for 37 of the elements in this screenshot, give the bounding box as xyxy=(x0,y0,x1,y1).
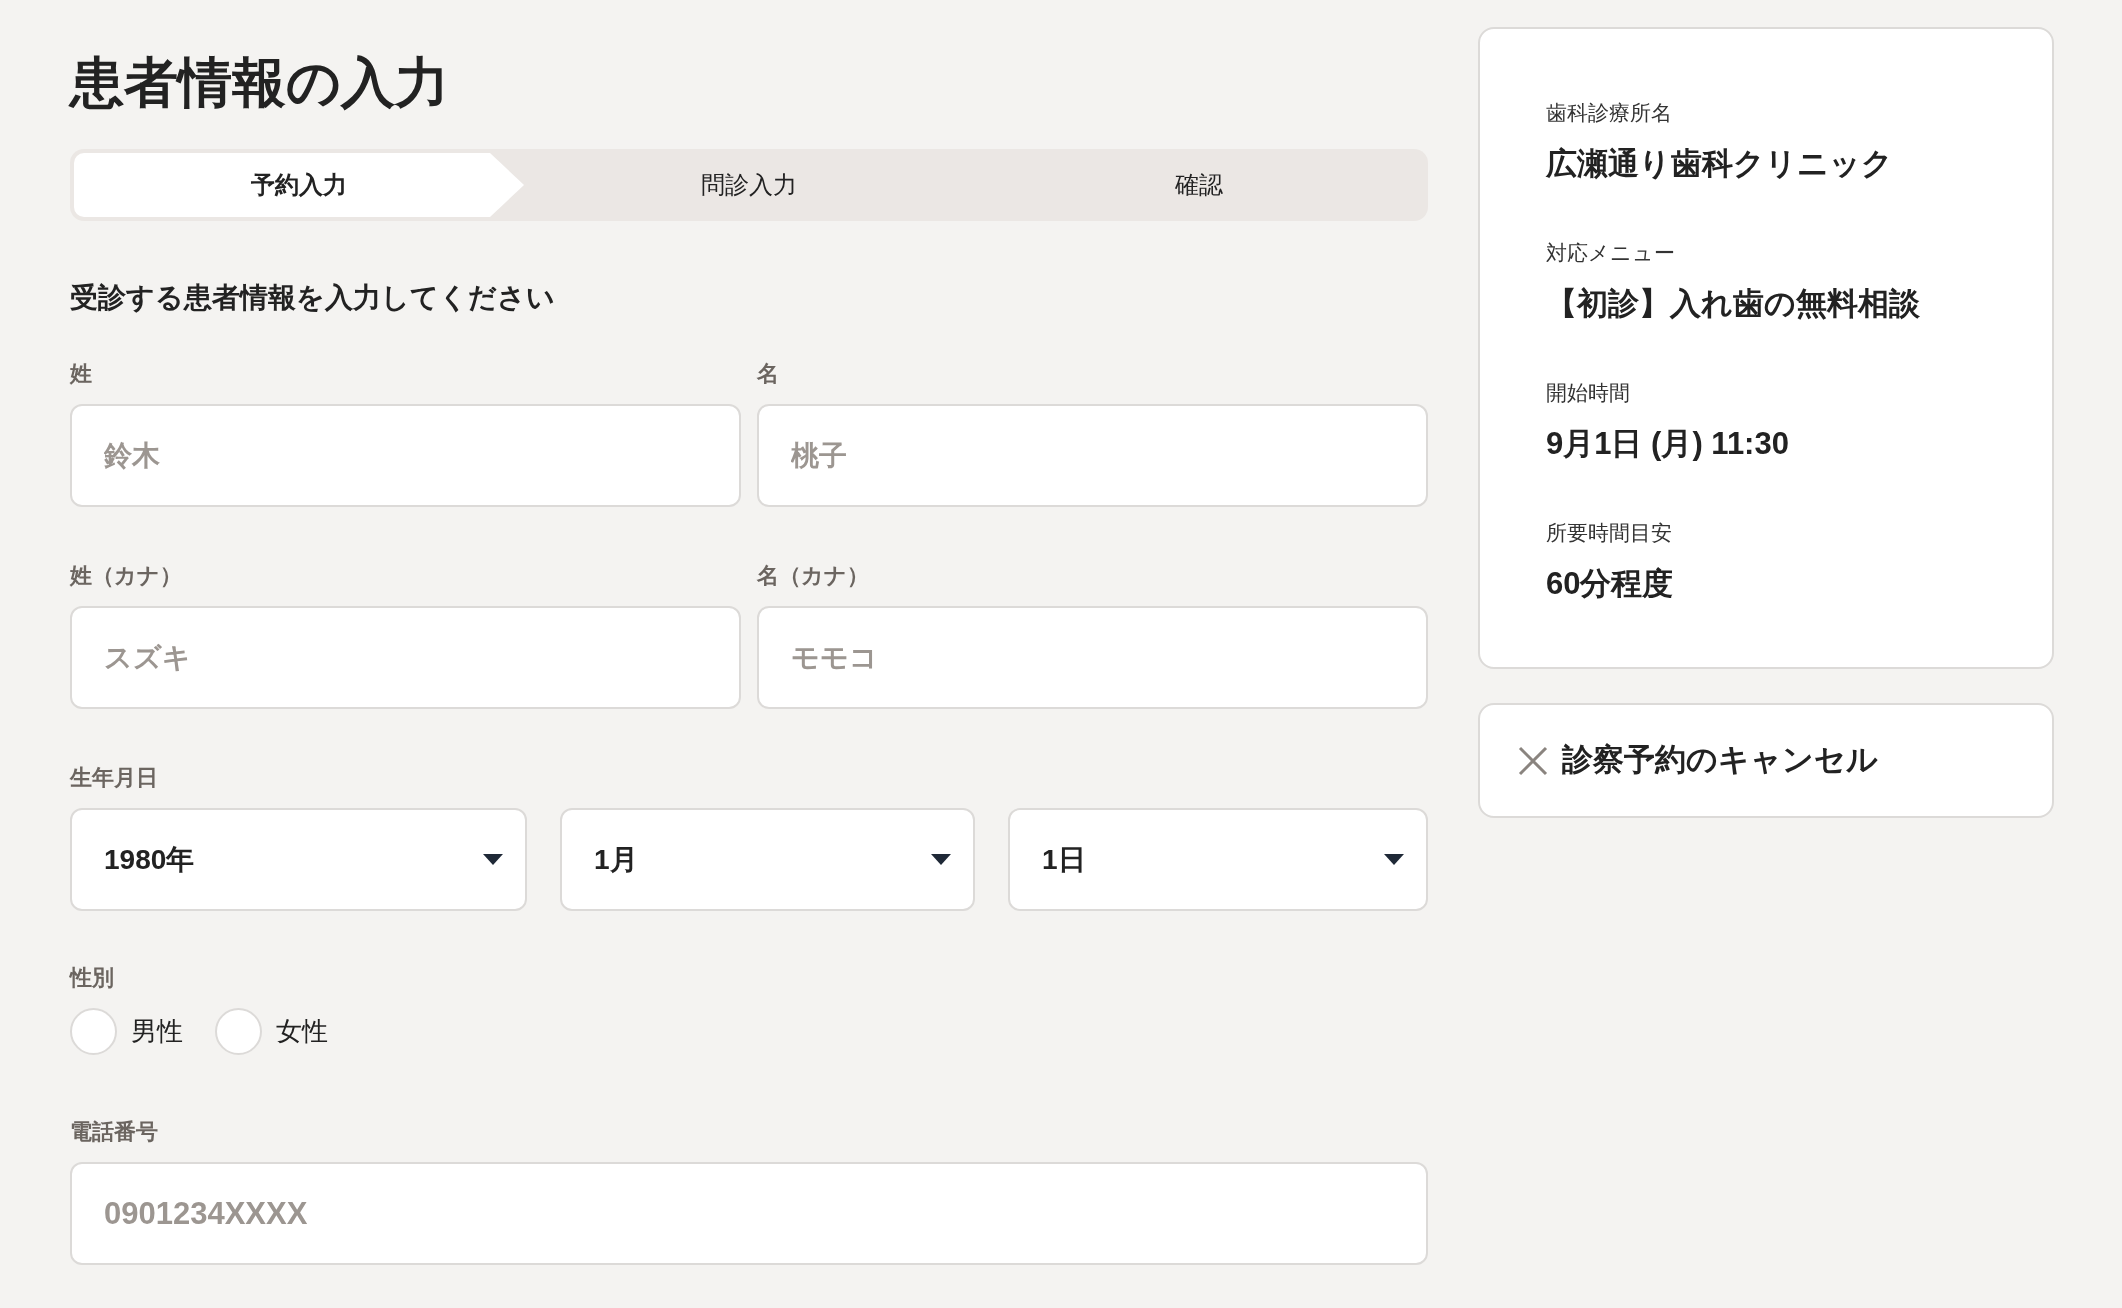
section-heading: 受診する患者情報を入力してください xyxy=(70,281,556,315)
select-field[interactable]: 1月 xyxy=(560,808,975,911)
summary-label: 対応メニュー xyxy=(1546,240,1676,266)
field-label: 生年月日 xyxy=(70,764,159,792)
radio-label: 女性 xyxy=(276,1015,328,1048)
summary-label: 所要時間目安 xyxy=(1546,520,1673,546)
summary-label: 歯科診療所名 xyxy=(1546,100,1673,126)
input-field[interactable]: スズキ xyxy=(70,606,741,709)
radio-label: 男性 xyxy=(131,1015,183,1048)
field-label: 姓（カナ） xyxy=(70,562,183,590)
page-title: 患者情報の入力 xyxy=(70,55,450,109)
summary-value: 広瀬通り歯科クリニック xyxy=(1546,144,1894,183)
input-field[interactable]: 桃子 xyxy=(757,404,1428,507)
input-field[interactable]: モモコ xyxy=(757,606,1428,709)
summary-value: 9月1日 (月) 11:30 xyxy=(1546,424,1790,463)
summary-label: 開始時間 xyxy=(1546,380,1631,406)
field-label: 電話番号 xyxy=(70,1118,159,1146)
field-label: 名（カナ） xyxy=(757,562,870,590)
caret-icon xyxy=(931,854,951,865)
radio-button[interactable] xyxy=(70,1008,117,1055)
select-field[interactable]: 1980年 xyxy=(70,808,527,911)
summary-value: 60分程度 xyxy=(1546,564,1675,603)
caret-icon xyxy=(483,854,503,865)
radio-button[interactable] xyxy=(215,1008,262,1055)
cancel-button[interactable]: 診察予約のキャンセル xyxy=(1478,703,2054,818)
field-label: 性別 xyxy=(70,964,115,992)
field-label: 名 xyxy=(757,360,780,388)
step-tab[interactable]: 確認 xyxy=(974,153,1424,217)
summary-value: 【初診】入れ歯の無料相談 xyxy=(1546,284,1921,323)
input-field[interactable]: 鈴木 xyxy=(70,404,741,507)
phone-input-field[interactable]: 0901234XXXX xyxy=(70,1162,1428,1265)
step-tab[interactable]: 問診入力 xyxy=(524,153,974,217)
field-label: 姓 xyxy=(70,360,93,388)
step-tab[interactable]: 予約入力 xyxy=(74,153,524,217)
select-field[interactable]: 1日 xyxy=(1008,808,1428,911)
close-icon xyxy=(1518,745,1548,776)
caret-icon xyxy=(1384,854,1404,865)
